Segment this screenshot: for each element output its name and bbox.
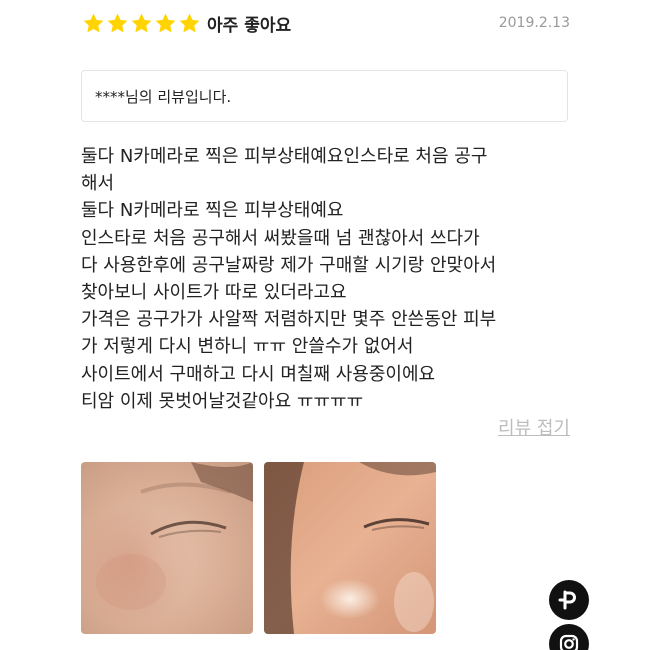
collapse-review-link[interactable]: 리뷰 접기 [498, 414, 570, 440]
review-photo-2[interactable] [264, 462, 436, 634]
review-line: 다 사용한후에 공구날짜랑 제가 구매할 시기랑 안맞아서 [81, 254, 497, 276]
review-card: 아주 좋아요 2019.2.13 ****님의 리뷰입니다. 둘다 N카메라로 … [0, 0, 650, 650]
star-icon [131, 13, 152, 32]
review-line: 둘다 N카메라로 찍은 피부상태예요 [81, 200, 344, 222]
review-text: 둘다 N카메라로 찍은 피부상태예요인스타로 처음 공구 해서 둘다 N카메라로… [81, 143, 576, 415]
star-icon [179, 13, 200, 32]
p-logo-icon [558, 590, 576, 610]
p-logo-button[interactable] [549, 580, 589, 620]
star-icon [155, 13, 176, 32]
review-line: 해서 [81, 173, 115, 195]
skin-photo-before [81, 462, 253, 634]
review-photo-1[interactable] [81, 462, 253, 634]
instagram-icon [559, 634, 579, 650]
review-line: 둘다 N카메라로 찍은 피부상태예요인스타로 처음 공구 [81, 146, 488, 167]
review-date: 2019.2.13 [498, 15, 570, 31]
rating-label: 아주 좋아요 [207, 15, 292, 36]
star-rating [82, 12, 201, 35]
star-icon [83, 13, 104, 32]
reviewer-text: ****님의 리뷰입니다. [95, 87, 232, 106]
review-line: 찾아보니 사이트가 따로 있더라고요 [81, 282, 347, 304]
instagram-button[interactable] [549, 624, 589, 650]
star-icon [107, 13, 128, 32]
reviewer-notice: ****님의 리뷰입니다. [81, 70, 568, 122]
review-line: 가 저렇게 다시 변하니 ㅠㅠ 안쓸수가 없어서 [81, 336, 414, 358]
review-line: 사이트에서 구매하고 다시 며칠째 사용중이에요 [81, 363, 436, 385]
review-line: 인스타로 처음 공구해서 써봤을때 넘 괜찮아서 쓰다가 [81, 227, 480, 249]
review-line: 티암 이제 못벗어날것같아요 ㅠㅠㅠㅠ [81, 390, 364, 412]
review-header: 아주 좋아요 2019.2.13 [82, 10, 570, 36]
review-line: 가격은 공구가가 사알짝 저렴하지만 몇주 안쓴동안 피부 [81, 309, 497, 331]
skin-photo-after [264, 462, 436, 634]
